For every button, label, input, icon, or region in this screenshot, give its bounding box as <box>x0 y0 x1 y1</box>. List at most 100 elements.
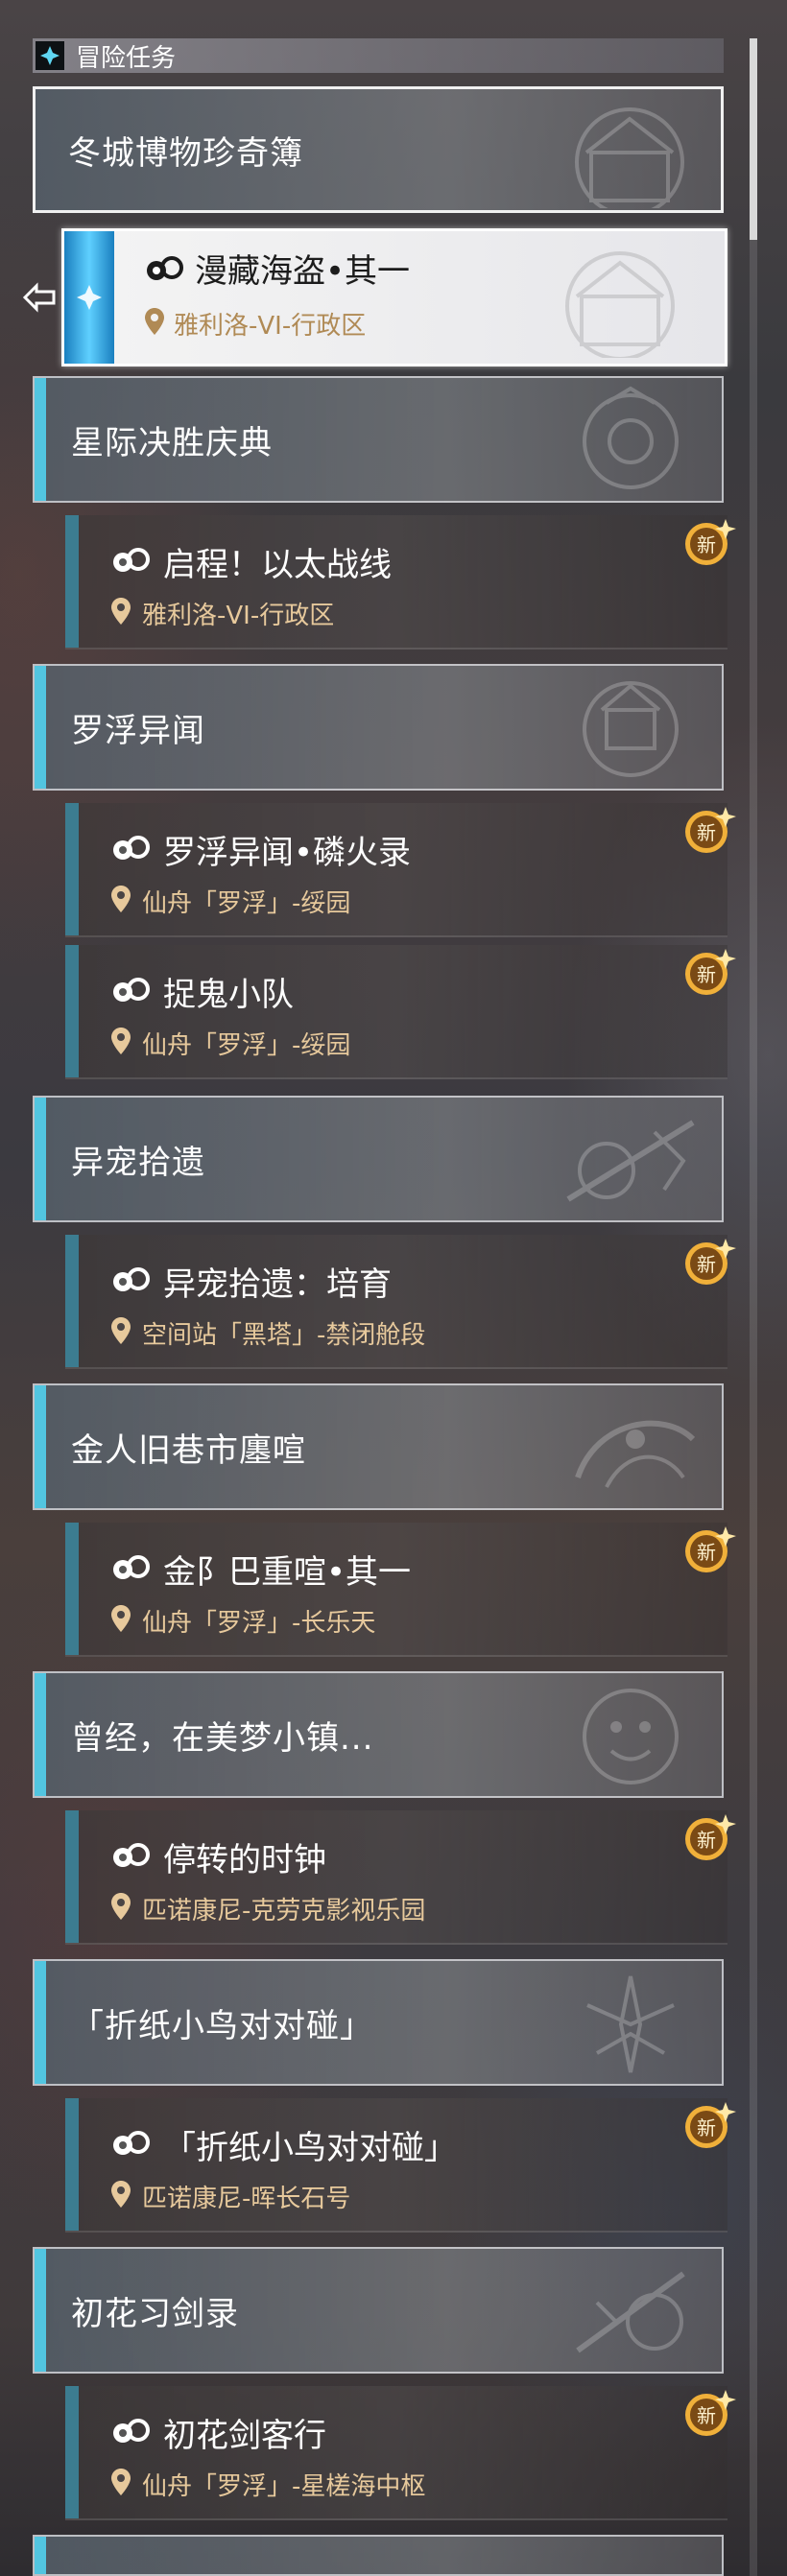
mission-item[interactable]: 「折纸小鸟对对碰」 匹诺康尼-晖长石号 新 <box>65 2098 736 2233</box>
trophy-emblem-icon <box>583 386 679 489</box>
selected-indicator-bar <box>64 231 114 364</box>
mission-item[interactable]: 停转的时钟 匹诺康尼-克劳克影视乐园 新 <box>65 1810 736 1945</box>
group-title: 罗浮异闻 <box>71 711 205 750</box>
mission-bar <box>65 803 79 935</box>
mission-group-header[interactable]: 异宠拾遗 <box>33 1096 724 1222</box>
new-badge-label: 新 <box>697 821 716 844</box>
market-emblem-icon <box>575 1420 696 1488</box>
group-title: 「折纸小鸟对对碰」 <box>71 2006 373 2045</box>
group-accent-bar <box>35 1961 46 2084</box>
mission-group-header[interactable]: 罗浮异闻 <box>33 664 724 791</box>
new-badge-label: 新 <box>697 1253 716 1276</box>
mission-title: 异宠拾遗：培育 <box>163 1265 392 1304</box>
mission-bar <box>65 2386 79 2518</box>
group-title: 冬城博物珍奇簿 <box>68 133 303 173</box>
mission-group-header[interactable]: 「折纸小鸟对对碰」 <box>33 1959 724 2086</box>
location-pin-icon <box>111 598 131 625</box>
adventure-mission-icon <box>113 2131 150 2155</box>
museum-emblem-icon <box>575 107 684 208</box>
location-pin-icon <box>111 2181 131 2208</box>
mission-item[interactable]: 金阝巴重喧•其一 仙舟「罗浮」-长乐天 新 <box>65 1523 736 1657</box>
scrollbar-thumb[interactable] <box>750 38 757 240</box>
new-badge-label: 新 <box>697 533 716 556</box>
mission-location: 仙舟「罗浮」-绥园 <box>142 889 351 918</box>
mission-location: 雅利洛-VI-行政区 <box>142 602 335 630</box>
location-pin-icon <box>111 886 131 912</box>
selection-arrow-icon <box>22 282 56 313</box>
pet-emblem-icon <box>566 1120 695 1202</box>
new-badge: 新 <box>685 1814 736 1860</box>
adventure-mission-icon <box>147 256 183 280</box>
mission-bar <box>65 945 79 1077</box>
luofu-emblem-icon <box>583 681 679 777</box>
mission-location: 仙舟「罗浮」-星槎海中枢 <box>142 2472 426 2501</box>
mission-item[interactable]: 初花剑客行 仙舟「罗浮」-星槎海中枢 新 <box>65 2386 736 2520</box>
adventure-mission-icon <box>113 1555 150 1579</box>
mission-location: 仙舟「罗浮」-长乐天 <box>142 1609 376 1638</box>
location-pin-icon <box>111 1317 131 1344</box>
adventure-mission-icon <box>113 1267 150 1291</box>
mission-group-header[interactable]: 金人旧巷市廛喧 <box>33 1383 724 1510</box>
new-badge: 新 <box>685 1526 736 1572</box>
group-accent-bar <box>35 2537 46 2574</box>
mission-bar <box>65 515 79 648</box>
mission-location: 空间站「黑塔」-禁闭舱段 <box>142 1321 426 1350</box>
adventure-mission-icon <box>113 836 150 860</box>
new-badge: 新 <box>685 1239 736 1285</box>
mission-title: 停转的时钟 <box>163 1841 326 1879</box>
mission-item[interactable]: 异宠拾遗：培育 空间站「黑塔」-禁闭舱段 新 <box>65 1235 736 1369</box>
group-title: 曾经，在美梦小镇... <box>71 1718 374 1758</box>
new-badge-label: 新 <box>697 2404 716 2427</box>
mission-location: 匹诺康尼-克劳克影视乐园 <box>142 1897 426 1926</box>
location-pin-icon <box>145 308 164 335</box>
mission-title: 启程！以太战线 <box>163 546 392 584</box>
mission-title: 漫藏海盗•其一 <box>195 252 411 291</box>
group-accent-bar <box>35 666 46 789</box>
adventure-mission-icon <box>113 1843 150 1867</box>
group-title: 异宠拾遗 <box>71 1143 205 1182</box>
location-pin-icon <box>111 1893 131 1920</box>
adventure-mission-icon <box>113 978 150 1002</box>
mission-bar <box>65 1523 79 1655</box>
new-badge: 新 <box>685 519 736 565</box>
group-accent-bar <box>35 2249 46 2372</box>
location-pin-icon <box>111 1028 131 1054</box>
mission-diamond-icon <box>36 41 64 70</box>
mission-location: 匹诺康尼-晖长石号 <box>142 2185 351 2213</box>
mission-item[interactable]: 启程！以太战线 雅利洛-VI-行政区 新 <box>65 515 736 650</box>
mission-item[interactable]: 捉鬼小队 仙舟「罗浮」-绥园 新 <box>65 945 736 1079</box>
mission-group-header-partial[interactable] <box>33 2535 724 2576</box>
mission-title: 金阝巴重喧•其一 <box>163 1553 412 1592</box>
adventure-mission-icon <box>113 2419 150 2443</box>
new-badge: 新 <box>685 2390 736 2436</box>
mission-bar <box>65 1235 79 1367</box>
adventure-mission-icon <box>113 548 150 572</box>
mission-title: 罗浮异闻•磷火录 <box>163 834 412 872</box>
group-accent-bar <box>35 1673 46 1796</box>
section-header: 冒险任务 <box>33 38 724 73</box>
new-badge: 新 <box>685 2102 736 2148</box>
group-title: 星际决胜庆典 <box>71 423 273 462</box>
mission-title: 「折纸小鸟对对碰」 <box>163 2129 457 2167</box>
mission-group-header[interactable]: 曾经，在美梦小镇... <box>33 1671 724 1798</box>
dreamtown-emblem-icon <box>583 1689 679 1784</box>
mission-item[interactable]: 罗浮异闻•磷火录 仙舟「罗浮」-绥园 新 <box>65 803 736 937</box>
sword-emblem-icon <box>576 2271 685 2353</box>
compass-icon <box>77 285 102 310</box>
new-badge-label: 新 <box>697 1829 716 1852</box>
mission-group-header[interactable]: 初花习剑录 <box>33 2247 724 2374</box>
mission-group-header[interactable]: 星际决胜庆典 <box>33 376 724 503</box>
mission-bar <box>65 1810 79 1943</box>
new-badge: 新 <box>685 949 736 995</box>
new-badge-label: 新 <box>697 963 716 986</box>
location-pin-icon <box>111 2469 131 2495</box>
selected-mission-card[interactable]: 漫藏海盗•其一 雅利洛-VI-行政区 <box>61 228 727 366</box>
group-title: 初花习剑录 <box>71 2294 239 2333</box>
group-title: 金人旧巷市廛喧 <box>71 1430 306 1470</box>
section-title: 冒险任务 <box>76 43 177 73</box>
scrollbar-track[interactable] <box>750 38 757 2576</box>
mission-group-header[interactable]: 冬城博物珍奇簿 <box>33 86 724 213</box>
location-pin-icon <box>111 1605 131 1632</box>
new-badge: 新 <box>685 807 736 853</box>
mission-bar <box>65 2098 79 2231</box>
